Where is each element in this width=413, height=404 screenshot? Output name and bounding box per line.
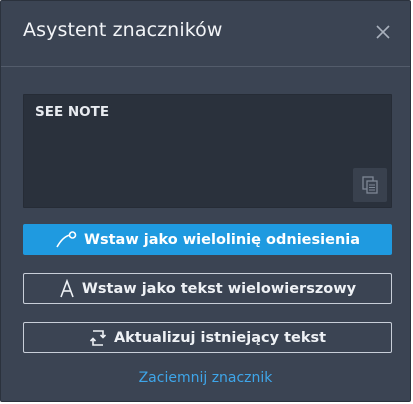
- dialog-header: Asystent znaczników: [1, 1, 410, 67]
- copy-button[interactable]: [353, 168, 387, 202]
- close-icon: [376, 25, 390, 39]
- update-cycle-icon: [89, 328, 107, 348]
- markup-text-field[interactable]: SEE NOTE: [23, 94, 392, 208]
- insert-as-leader-label: Wstaw jako wielolinię odniesienia: [83, 231, 361, 248]
- dim-markup-link[interactable]: Zaciemnij znacznik: [1, 370, 410, 386]
- insert-as-mtext-label: Wstaw jako tekst wielowierszowy: [81, 280, 357, 297]
- text-a-icon: [59, 278, 75, 299]
- markup-assist-dialog: Asystent znaczników SEE NOTE Wstaw jako …: [0, 0, 411, 402]
- dialog-title: Asystent znaczników: [23, 19, 223, 41]
- copy-icon: [362, 176, 378, 194]
- close-button[interactable]: [374, 23, 392, 41]
- markup-text-value: SEE NOTE: [35, 104, 110, 120]
- multileader-icon: [55, 230, 77, 250]
- insert-as-mtext-button[interactable]: Wstaw jako tekst wielowierszowy: [23, 273, 392, 304]
- update-existing-text-label: Aktualizuj istniejący tekst: [113, 329, 327, 346]
- insert-as-leader-button[interactable]: Wstaw jako wielolinię odniesienia: [23, 224, 392, 255]
- update-existing-text-button[interactable]: Aktualizuj istniejący tekst: [23, 322, 392, 353]
